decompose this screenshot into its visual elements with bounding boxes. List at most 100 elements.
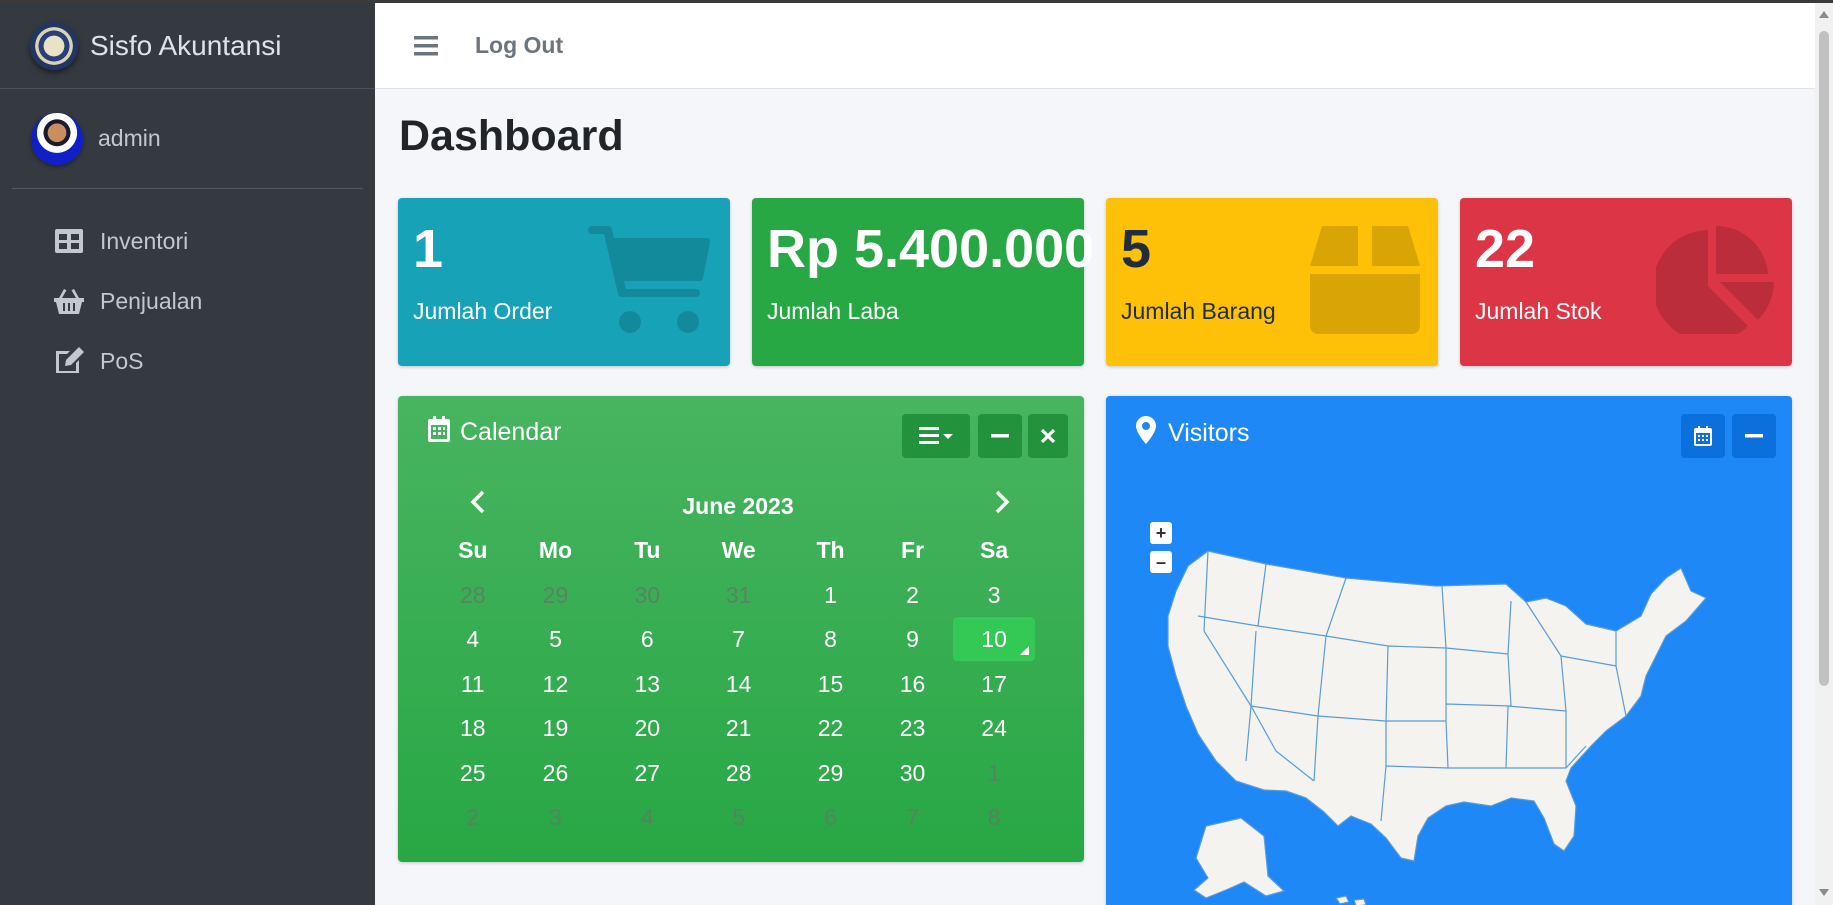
calendar-day-other-month[interactable]: 1: [950, 751, 1038, 796]
page-scrollbar[interactable]: [1815, 3, 1833, 905]
weekday-header: Th: [816, 536, 845, 563]
weekday-header: Su: [458, 536, 488, 563]
map-marker-icon: [1136, 416, 1156, 451]
collapse-button[interactable]: [1732, 414, 1776, 458]
calendar-day[interactable]: 5: [508, 617, 604, 662]
logout-link[interactable]: Log Out: [475, 32, 563, 59]
calendar-day-other-month[interactable]: 8: [950, 795, 1038, 840]
calendar-day[interactable]: 17: [950, 662, 1038, 707]
stat-label: Jumlah Laba: [767, 298, 899, 324]
calendar-icon: [428, 416, 450, 449]
menu-toggle-icon[interactable]: [411, 31, 441, 61]
calendar-day[interactable]: 2: [875, 573, 950, 618]
calendar-day[interactable]: 18: [438, 706, 508, 751]
calendar-day[interactable]: 16: [875, 662, 950, 707]
calendar-day[interactable]: 1: [786, 573, 875, 618]
calendar-day[interactable]: 30: [875, 751, 950, 796]
sidebar-item-pos[interactable]: PoS: [12, 331, 363, 391]
scroll-up-arrow[interactable]: [1819, 11, 1829, 18]
stat-label: Jumlah Order: [413, 298, 553, 324]
close-button[interactable]: [1028, 414, 1068, 458]
sidebar-item-label: PoS: [100, 347, 144, 374]
calendar-day[interactable]: 26: [508, 751, 604, 796]
calendar-grid: June 2023 Su Mo Tu We Th Fr Sa 28 29 30 …: [438, 484, 1038, 840]
stat-box-stok[interactable]: 22 Jumlah Stok: [1460, 198, 1792, 366]
calendar-day[interactable]: 20: [603, 706, 691, 751]
stat-value: 1: [413, 219, 444, 279]
calendar-day-other-month[interactable]: 28: [438, 573, 508, 618]
calendar-day[interactable]: 29: [786, 751, 875, 796]
avatar: [31, 112, 83, 165]
calendar-day[interactable]: 27: [603, 751, 691, 796]
stat-value: Rp 5.400.000: [767, 219, 1095, 279]
calendar-day[interactable]: 23: [875, 706, 950, 751]
calendar-day[interactable]: 3: [950, 573, 1038, 618]
scroll-thumb[interactable]: [1819, 31, 1829, 686]
calendar-day-other-month[interactable]: 3: [508, 795, 604, 840]
calendar-month-label[interactable]: June 2023: [438, 493, 1038, 520]
calendar-day[interactable]: 6: [603, 617, 691, 662]
calendar-day[interactable]: 12: [508, 662, 604, 707]
weekday-header: We: [721, 536, 756, 563]
date-range-button[interactable]: [1681, 414, 1725, 458]
edit-icon: [54, 346, 84, 376]
calendar-header: Calendar: [428, 416, 561, 449]
scroll-down-arrow[interactable]: [1819, 889, 1829, 896]
usa-map[interactable]: [1146, 506, 1746, 905]
zoom-out-button[interactable]: –: [1150, 551, 1172, 573]
sidebar-item-label: Penjualan: [100, 287, 203, 314]
brand-link[interactable]: Sisfo Akuntansi: [0, 3, 375, 89]
zoom-in-button[interactable]: +: [1150, 522, 1172, 544]
sidebar-item-penjualan[interactable]: Penjualan: [12, 271, 363, 331]
calendar-day[interactable]: 7: [691, 617, 786, 662]
calendar-day-other-month[interactable]: 31: [691, 573, 786, 618]
calendar-day[interactable]: 9: [875, 617, 950, 662]
calendar-day[interactable]: 14: [691, 662, 786, 707]
calendar-card: Calendar June 2023 Su Mo Tu We Th Fr Sa …: [398, 396, 1084, 862]
stat-label: Jumlah Barang: [1121, 298, 1276, 324]
next-month-icon[interactable]: [994, 490, 1010, 519]
pie-chart-icon: [1652, 225, 1774, 342]
calendar-day-today[interactable]: 10: [950, 617, 1038, 662]
calendar-day[interactable]: 19: [508, 706, 604, 751]
calendar-day-other-month[interactable]: 7: [875, 795, 950, 840]
user-panel[interactable]: admin: [12, 89, 363, 189]
calendar-day[interactable]: 11: [438, 662, 508, 707]
visitors-title: Visitors: [1168, 419, 1250, 447]
sidebar: Sisfo Akuntansi admin Inventori Penjuala…: [0, 3, 375, 905]
calendar-day[interactable]: 21: [691, 706, 786, 751]
calendar-day[interactable]: 22: [786, 706, 875, 751]
calendar-day-other-month[interactable]: 5: [691, 795, 786, 840]
calendar-menu-button[interactable]: [902, 414, 970, 458]
box-icon: [1310, 226, 1420, 339]
weekday-header: Fr: [901, 536, 925, 563]
calendar-day[interactable]: 24: [950, 706, 1038, 751]
weekday-header: Tu: [634, 536, 661, 563]
stat-box-laba[interactable]: Rp 5.400.000 Jumlah Laba: [752, 198, 1094, 366]
stat-box-order[interactable]: 1 Jumlah Order: [398, 198, 730, 366]
collapse-button[interactable]: [978, 414, 1022, 458]
calendar-day[interactable]: 8: [786, 617, 875, 662]
sidebar-item-inventori[interactable]: Inventori: [12, 211, 363, 271]
visitors-header: Visitors: [1136, 416, 1250, 451]
calendar-table: Su Mo Tu We Th Fr Sa 28 29 30 31 1 2 3 4…: [438, 528, 1038, 840]
user-name[interactable]: admin: [98, 125, 161, 152]
stat-value: 22: [1475, 219, 1536, 279]
calendar-day-other-month[interactable]: 2: [438, 795, 508, 840]
stat-label: Jumlah Stok: [1475, 298, 1602, 324]
calendar-day-other-month[interactable]: 29: [508, 573, 604, 618]
calendar-day-other-month[interactable]: 30: [603, 573, 691, 618]
basket-icon: [54, 286, 84, 316]
top-navbar: Log Out: [375, 3, 1815, 89]
calendar-day-other-month[interactable]: 6: [786, 795, 875, 840]
calendar-day-other-month[interactable]: 4: [603, 795, 691, 840]
calendar-day[interactable]: 15: [786, 662, 875, 707]
calendar-day[interactable]: 13: [603, 662, 691, 707]
sidebar-nav: Inventori Penjualan PoS: [0, 211, 375, 391]
calendar-day[interactable]: 25: [438, 751, 508, 796]
weekday-header: Mo: [538, 536, 573, 563]
calendar-day[interactable]: 28: [691, 751, 786, 796]
calendar-day[interactable]: 4: [438, 617, 508, 662]
weekday-header: Sa: [980, 536, 1009, 563]
stat-box-barang[interactable]: 5 Jumlah Barang: [1106, 198, 1438, 366]
